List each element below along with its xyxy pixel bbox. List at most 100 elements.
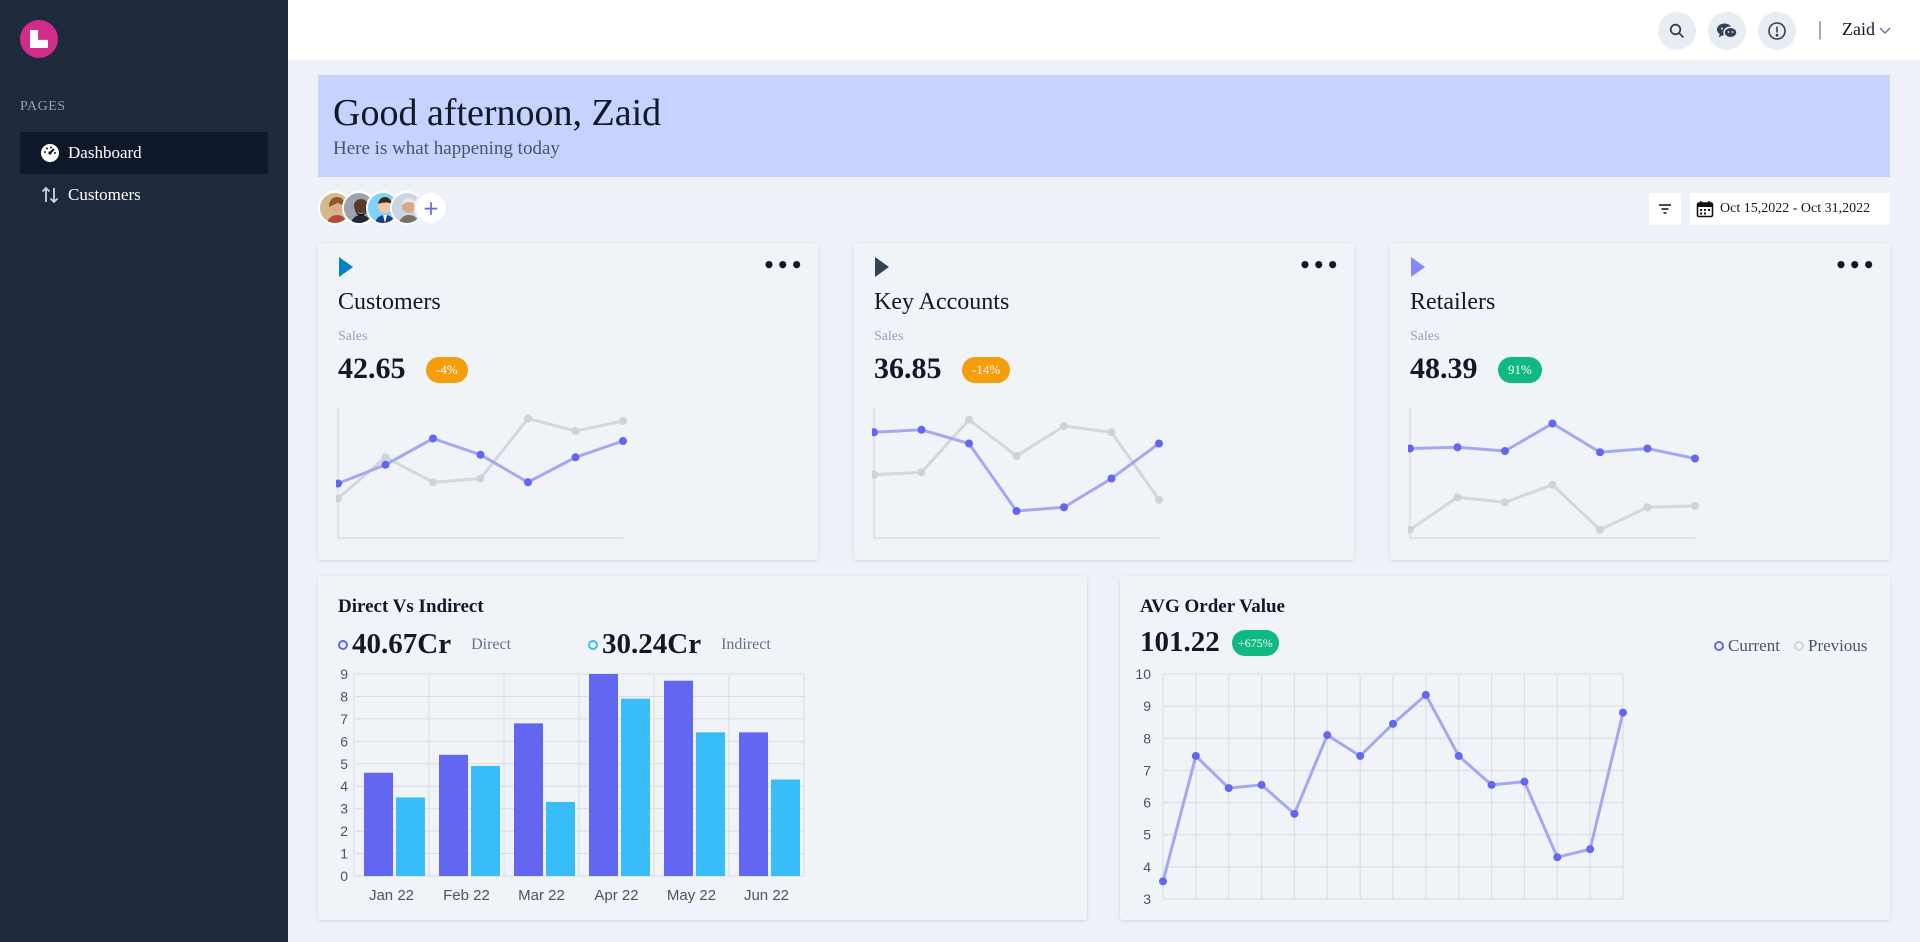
topbar-separator: |: [1818, 18, 1823, 40]
indirect-value: 30.24Cr: [602, 628, 702, 660]
avg-order-value: 101.22: [1140, 626, 1220, 658]
current-point: [872, 428, 878, 437]
x-tick-label: Apr 22: [594, 887, 638, 904]
legend-current[interactable]: Current: [1714, 636, 1780, 656]
kpi-card-customers: ••• Customers Sales 42.65 -4%: [318, 243, 818, 560]
current-series-line: [1409, 421, 1696, 460]
bar-direct: [589, 674, 618, 876]
bar-indirect: [546, 801, 575, 876]
current-point: [1691, 454, 1699, 463]
current-point: [1159, 877, 1167, 886]
current-point: [571, 453, 580, 462]
previous-point: [1453, 493, 1462, 502]
kpi-subtitle: Sales: [874, 329, 904, 344]
sidebar-item-customers[interactable]: Customers: [20, 174, 268, 216]
previous-point: [619, 417, 627, 425]
y-tick-label: 5: [1143, 827, 1151, 843]
y-tick-label: 10: [1135, 666, 1151, 682]
bar-indirect: [471, 766, 500, 876]
current-point: [1012, 507, 1021, 515]
y-tick-label: 9: [340, 666, 348, 682]
sidebar-item-label: Dashboard: [68, 143, 142, 162]
play-icon: [1411, 257, 1425, 277]
calendar-icon: [1696, 201, 1714, 218]
change-badge: -4%: [426, 357, 468, 383]
date-range-picker[interactable]: Oct 15,2022 - Oct 31,2022: [1690, 193, 1890, 225]
user-menu[interactable]: Zaid: [1842, 19, 1892, 40]
kpi-value: 36.85: [874, 352, 942, 385]
sparkline-chart: [1408, 407, 1699, 539]
current-point: [619, 437, 627, 445]
change-badge: 91%: [1498, 357, 1542, 383]
current-point: [1421, 690, 1430, 699]
previous-point: [1643, 503, 1652, 512]
previous-point: [571, 427, 580, 435]
legend-previous-label: Previous: [1808, 636, 1868, 655]
indirect-label: Indirect: [721, 635, 771, 653]
current-point: [917, 425, 926, 434]
bar-indirect: [696, 732, 725, 876]
filter-button[interactable]: [1649, 193, 1681, 225]
previous-series-line: [1409, 483, 1696, 532]
greeting-heading: Good afternoon, Zaid: [333, 92, 662, 134]
previous-point: [524, 414, 532, 423]
current-point: [381, 460, 390, 469]
previous-point: [1596, 525, 1604, 534]
y-tick-label: 7: [340, 711, 348, 727]
y-tick-label: 6: [1143, 795, 1151, 811]
current-point: [1454, 751, 1463, 760]
current-point: [1356, 751, 1365, 760]
current-point: [1586, 845, 1595, 854]
sidebar: PAGES Dashboard Customers: [0, 0, 288, 942]
play-shape: [339, 257, 353, 277]
current-point: [1553, 853, 1562, 862]
change-badge: -14%: [962, 357, 1011, 383]
kpi-card-retailers: ••• Retailers Sales 48.39 91%: [1390, 243, 1890, 560]
current-point: [1290, 809, 1299, 818]
user-name: Zaid: [1842, 19, 1875, 39]
alerts-button[interactable]: [1758, 12, 1796, 50]
more-options-button[interactable]: •••: [1835, 253, 1876, 277]
kpi-value: 42.65: [338, 352, 406, 385]
y-tick-label: 8: [1143, 730, 1151, 746]
current-point: [476, 450, 485, 459]
kpi-subtitle: Sales: [1410, 329, 1440, 344]
previous-point: [1691, 502, 1699, 510]
sidebar-item-label: Customers: [68, 185, 141, 204]
current-point: [524, 478, 532, 487]
x-tick-label: May 22: [667, 887, 716, 904]
previous-point: [1501, 498, 1509, 507]
current-point: [429, 434, 437, 443]
bar-direct: [514, 723, 543, 876]
current-point: [1501, 447, 1509, 455]
current-point: [1453, 443, 1462, 452]
bar-direct: [439, 754, 468, 876]
sidebar-item-dashboard[interactable]: Dashboard: [20, 132, 268, 174]
kpi-value: 48.39: [1410, 352, 1478, 385]
current-point: [1107, 474, 1116, 483]
dashboard-gauge-icon: [40, 143, 60, 163]
avg-order-value-card: AVG Order Value 101.22 +675% Current Pre…: [1120, 576, 1890, 920]
legend-previous[interactable]: Previous: [1794, 636, 1868, 656]
more-options-button[interactable]: •••: [763, 253, 804, 277]
x-tick-label: Mar 22: [518, 887, 565, 904]
previous-point: [872, 470, 878, 479]
bar-indirect: [396, 797, 425, 876]
kpi-title: Key Accounts: [874, 289, 1010, 315]
direct-value: 40.67Cr: [352, 628, 452, 660]
chat-button[interactable]: [1708, 12, 1746, 50]
more-options-button[interactable]: •••: [1299, 253, 1340, 277]
previous-point: [476, 474, 485, 483]
previous-point: [1155, 495, 1163, 504]
previous-point: [381, 453, 390, 462]
y-tick-label: 7: [1143, 762, 1151, 778]
current-point: [1643, 444, 1652, 453]
bar-indirect: [771, 779, 800, 876]
app-logo[interactable]: [20, 20, 58, 58]
search-button[interactable]: [1658, 12, 1696, 50]
current-point: [1408, 444, 1414, 453]
add-member-button[interactable]: +: [414, 191, 448, 225]
y-tick-label: 6: [340, 733, 348, 749]
bar-direct: [364, 772, 393, 876]
bar-direct: [664, 680, 693, 876]
